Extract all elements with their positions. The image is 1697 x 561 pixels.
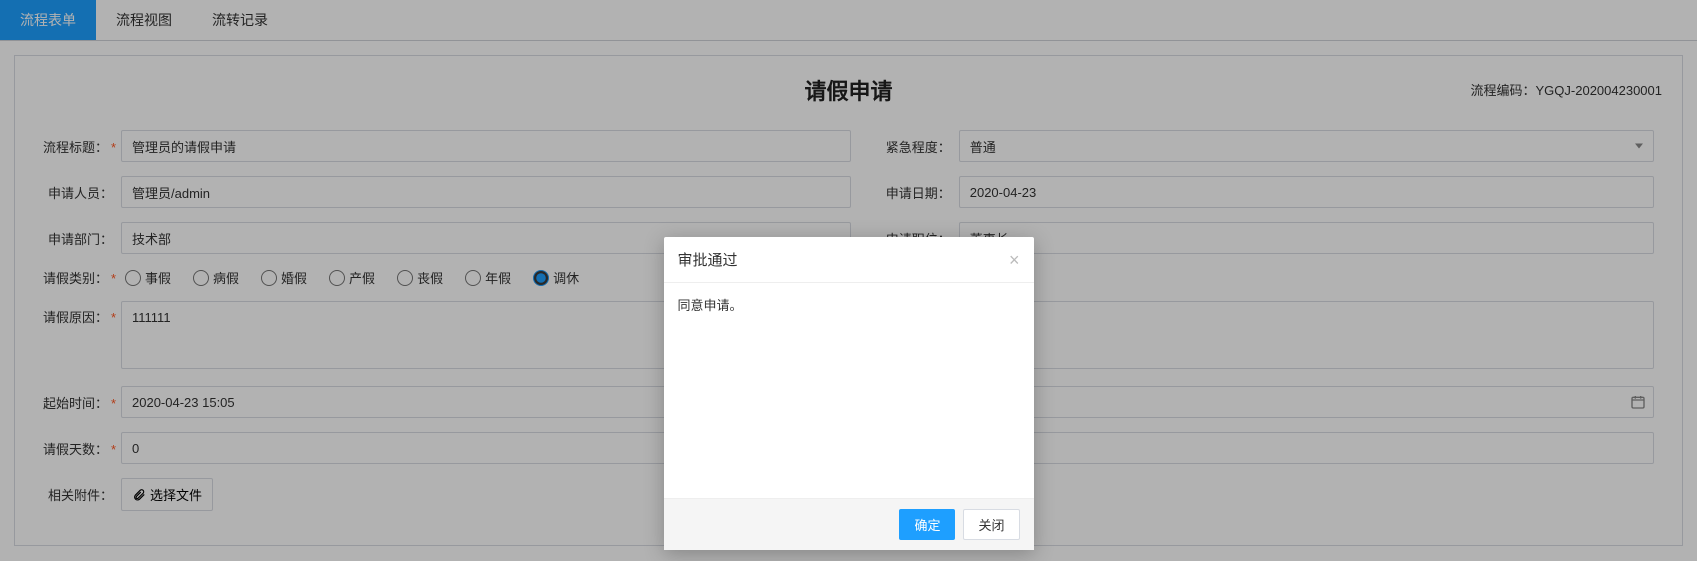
approve-modal: 审批通过 × 确定 关闭 (664, 237, 1034, 550)
modal-overlay: 审批通过 × 确定 关闭 (0, 0, 1697, 561)
approval-comment-textarea[interactable] (678, 295, 1020, 415)
modal-title: 审批通过 (678, 249, 738, 270)
close-button[interactable]: 关闭 (963, 509, 1019, 540)
close-icon[interactable]: × (1009, 251, 1020, 269)
confirm-button[interactable]: 确定 (899, 509, 955, 540)
